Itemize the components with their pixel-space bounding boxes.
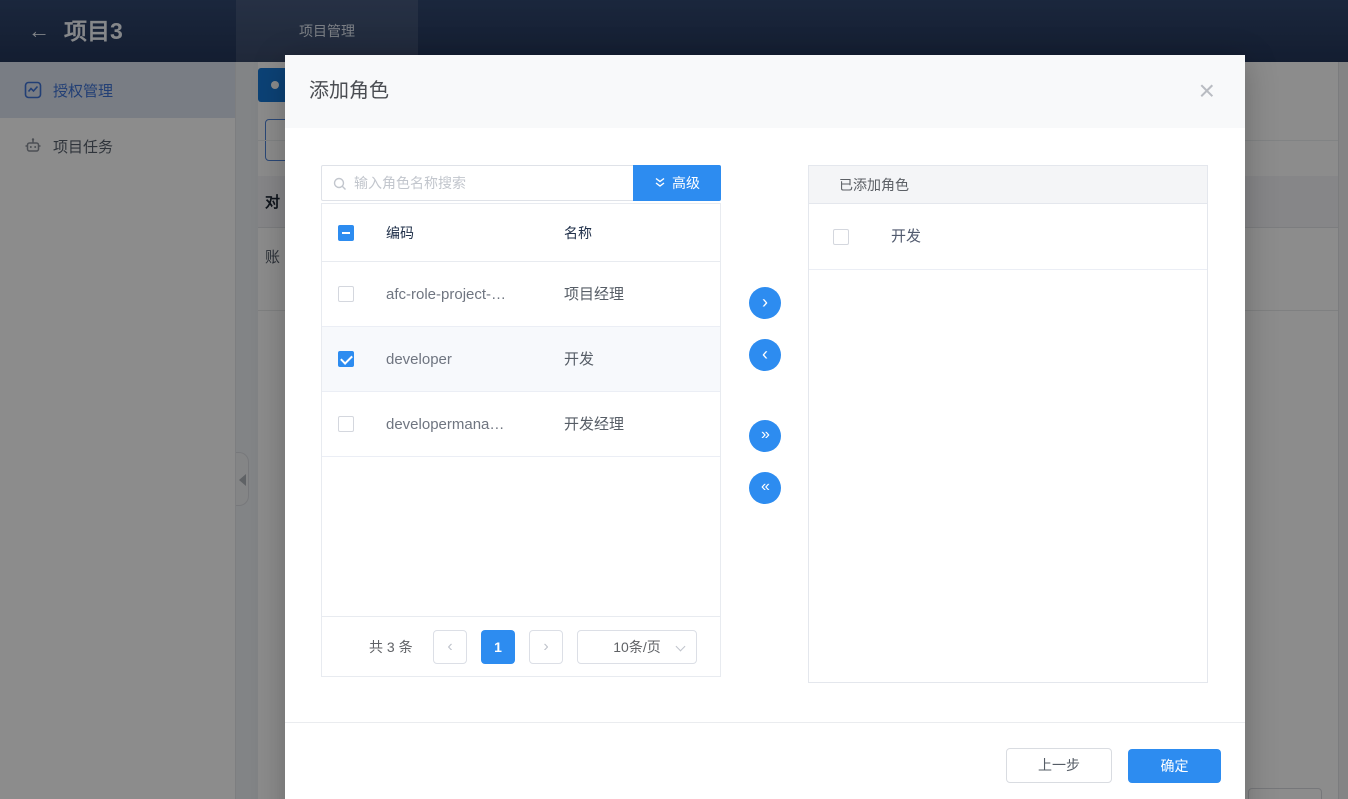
move-all-right-button[interactable]: » <box>749 420 781 452</box>
added-roles-header: 已添加角色 <box>809 166 1207 204</box>
table-row[interactable]: developer 开发 <box>322 327 720 392</box>
column-header-code: 编码 <box>386 225 414 241</box>
move-left-button[interactable]: ‹ <box>749 339 781 371</box>
confirm-button[interactable]: 确定 <box>1128 749 1221 783</box>
double-chevron-down-icon <box>655 177 665 187</box>
column-header-name: 名称 <box>564 225 592 241</box>
role-name: 开发经理 <box>564 416 625 433</box>
advanced-search-button[interactable]: 高级 <box>633 165 721 201</box>
row-checkbox[interactable] <box>338 351 354 367</box>
role-code: developer <box>386 351 452 368</box>
dialog-header: 添加角色 × <box>285 55 1245 128</box>
select-all-checkbox[interactable] <box>338 224 354 241</box>
row-checkbox[interactable] <box>833 228 849 245</box>
previous-step-button[interactable]: 上一步 <box>1006 748 1112 783</box>
pagination-bar: 共 3 条 ‹ 1 › 10条/页 <box>322 616 720 676</box>
role-code: afc-role-project-… <box>386 286 507 303</box>
role-search-input[interactable] <box>354 166 644 200</box>
role-search-bar: 高级 <box>321 165 721 201</box>
search-icon <box>333 177 346 190</box>
table-row[interactable]: developermana… 开发经理 <box>322 392 720 457</box>
role-name: 项目经理 <box>564 286 625 303</box>
page-size-value: 10条/页 <box>613 639 661 655</box>
advanced-search-label: 高级 <box>672 175 700 191</box>
chevron-down-icon <box>675 641 686 652</box>
prev-page-button[interactable]: ‹ <box>433 630 467 664</box>
total-count-label: 共 3 条 <box>369 639 413 655</box>
row-checkbox[interactable] <box>338 286 354 302</box>
role-name: 开发 <box>564 351 595 368</box>
double-chevron-left-icon: « <box>761 478 770 495</box>
chevron-right-icon: › <box>762 292 768 312</box>
add-role-dialog: 添加角色 × 高级 编码 名称 afc-role-project-… 项目经理 <box>285 55 1245 799</box>
close-icon[interactable]: × <box>1199 75 1215 107</box>
table-row[interactable]: afc-role-project-… 项目经理 <box>322 262 720 327</box>
double-chevron-right-icon: » <box>761 426 770 443</box>
dialog-footer: 上一步 确定 <box>285 722 1245 799</box>
row-checkbox[interactable] <box>338 416 354 432</box>
page-size-select[interactable]: 10条/页 <box>577 630 697 664</box>
current-page-button[interactable]: 1 <box>481 630 515 664</box>
table-header-row: 编码 名称 <box>322 204 720 262</box>
added-role-name: 开发 <box>891 228 922 245</box>
role-code: developermana… <box>386 416 505 433</box>
role-source-table: 编码 名称 afc-role-project-… 项目经理 developer … <box>321 203 721 677</box>
next-page-button[interactable]: › <box>529 630 563 664</box>
dialog-title: 添加角色 <box>309 80 389 102</box>
chevron-left-icon: ‹ <box>762 344 768 364</box>
move-all-left-button[interactable]: « <box>749 472 781 504</box>
move-right-button[interactable]: › <box>749 287 781 319</box>
added-role-row[interactable]: 开发 <box>809 204 1207 270</box>
added-roles-panel: 已添加角色 开发 <box>808 165 1208 683</box>
